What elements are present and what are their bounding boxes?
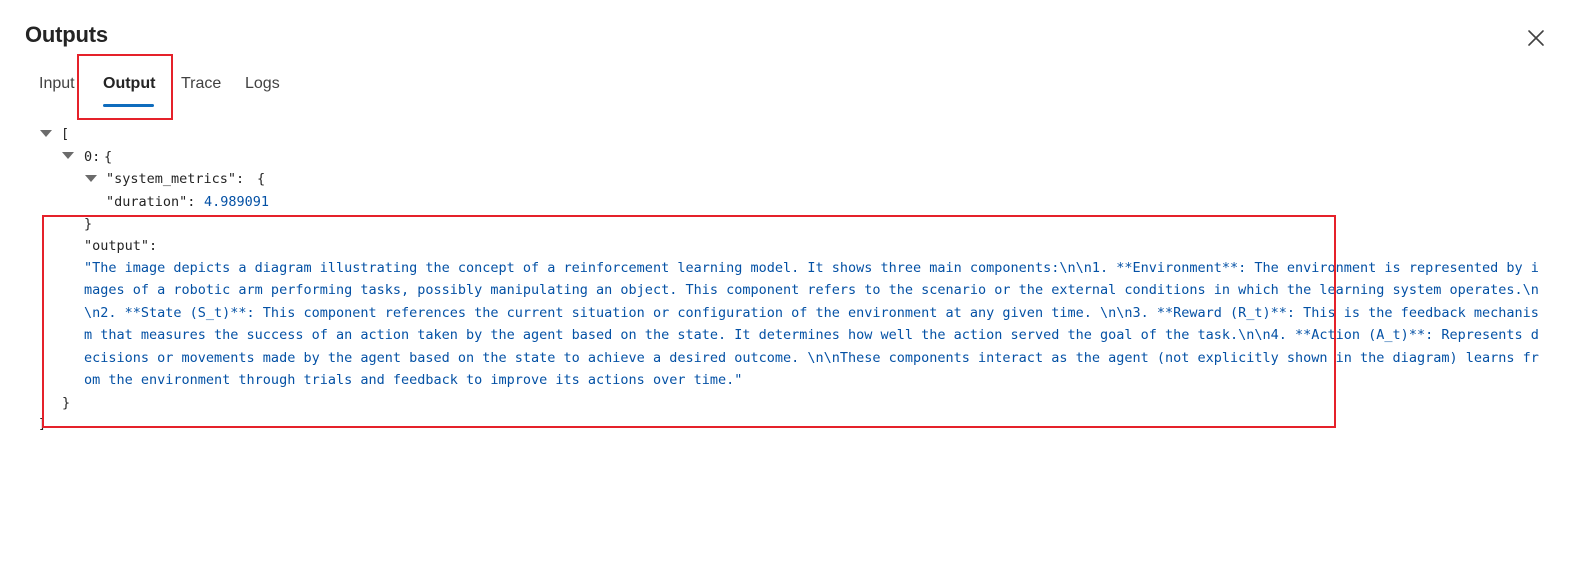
json-output-key: "output": [84,238,158,254]
active-tab-indicator [103,104,154,107]
json-output-value: "The image depicts a diagram illustratin… [84,260,1539,389]
json-duration-value: 4.989091 [204,194,270,210]
tab-logs[interactable]: Logs [245,72,280,96]
collapse-item-icon[interactable] [62,152,74,159]
tab-output[interactable]: Output [103,72,155,96]
json-system-metrics-key: "system_metrics": [106,171,245,187]
collapse-root-icon[interactable] [40,130,52,137]
close-icon [1528,30,1544,46]
tab-trace[interactable]: Trace [181,72,221,96]
json-root-open: [ [61,126,70,142]
json-system-metrics-open: { [257,171,266,187]
panel-title: Outputs [25,22,108,47]
tab-input[interactable]: Input [39,72,75,96]
json-system-metrics-close: } [84,216,93,232]
json-item-key: 0: [84,149,101,165]
json-item-open: { [104,149,113,165]
json-duration-key: "duration": [106,194,196,210]
close-button[interactable] [1524,26,1548,50]
collapse-system-metrics-icon[interactable] [85,175,97,182]
json-item-close: } [62,395,71,411]
json-root-close: ] [38,416,47,432]
